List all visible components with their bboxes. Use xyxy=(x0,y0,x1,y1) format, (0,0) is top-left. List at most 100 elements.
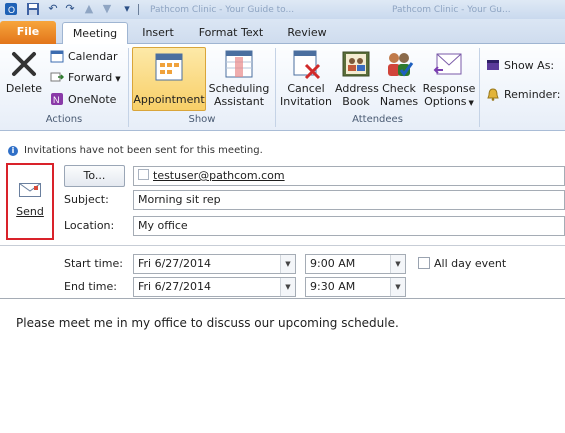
reminder-label: Reminder: xyxy=(504,88,561,101)
appointment-icon xyxy=(153,51,185,83)
calendar-label: Calendar xyxy=(68,50,118,63)
response-options-icon xyxy=(433,48,465,80)
title-bar: O ↶ ↷ ▲ ▼ ▾ Pathcom Clinic - Your Guide … xyxy=(0,0,565,19)
scheduling-assistant-label-1: Scheduling xyxy=(208,82,270,95)
to-button[interactable]: To... xyxy=(64,165,125,187)
onenote-button[interactable]: N OneNote xyxy=(50,91,116,109)
check-names-icon xyxy=(383,48,415,80)
to-field[interactable]: testuser@pathcom.com xyxy=(133,166,565,186)
cancel-invitation-icon xyxy=(290,48,322,80)
group-label-show: Show xyxy=(188,114,216,125)
all-day-event-label: All day event xyxy=(434,257,507,270)
send-button[interactable]: Send xyxy=(12,169,48,233)
scheduling-assistant-label-2: Assistant xyxy=(213,95,265,108)
response-options-label-2: Options xyxy=(424,95,467,108)
start-date-picker[interactable]: Fri 6/27/2014 ▼ xyxy=(133,254,296,274)
send-button-highlight: Send xyxy=(6,163,54,240)
tab-format-text[interactable]: Format Text xyxy=(190,22,272,44)
reminder-control[interactable]: Reminder: xyxy=(486,86,560,104)
end-time-picker[interactable]: 9:30 AM ▼ xyxy=(305,277,406,297)
show-as-label: Show As: xyxy=(504,59,555,72)
location-label: Location: xyxy=(64,219,115,232)
message-body[interactable]: Please meet me in my office to discuss o… xyxy=(0,298,565,433)
end-date-value: Fri 6/27/2014 xyxy=(138,280,212,293)
end-time-label: End time: xyxy=(64,280,117,293)
subject-field[interactable]: Morning sit rep xyxy=(133,190,565,210)
tab-file[interactable]: File xyxy=(0,21,56,44)
svg-text:O: O xyxy=(8,5,15,15)
svg-text:N: N xyxy=(53,95,60,105)
address-book-label-2: Book xyxy=(342,95,370,108)
doc-tab-1: Pathcom Clinic - Your Guide to... xyxy=(150,5,295,15)
group-label-attendees: Attendees xyxy=(352,114,403,125)
forward-button[interactable]: Forward ▼ xyxy=(50,69,121,87)
forward-dropdown-icon[interactable]: ▼ xyxy=(115,75,120,83)
message-body-text: Please meet me in my office to discuss o… xyxy=(16,316,399,330)
start-date-dropdown-icon[interactable]: ▼ xyxy=(280,255,295,273)
delete-icon xyxy=(8,48,40,80)
check-names-button[interactable]: Check Names xyxy=(379,48,419,108)
scheduling-assistant-icon xyxy=(223,48,255,80)
check-names-label-2: Names xyxy=(379,95,419,108)
location-field[interactable]: My office xyxy=(133,216,565,236)
start-time-value: 9:00 AM xyxy=(310,257,356,270)
save-icon[interactable] xyxy=(26,2,40,16)
check-names-label-1: Check xyxy=(382,82,416,95)
cancel-invitation-label-2: Invitation xyxy=(280,95,332,108)
recipient-address[interactable]: testuser@pathcom.com xyxy=(153,169,285,182)
toolbar-divider xyxy=(138,4,139,15)
info-bar: i Invitations have not been sent for thi… xyxy=(0,142,565,160)
forward-label: Forward xyxy=(68,71,113,84)
address-book-label-1: Address xyxy=(335,82,379,95)
delete-label: Delete xyxy=(5,82,43,95)
address-book-button[interactable]: Address Book xyxy=(335,48,379,108)
form-divider xyxy=(0,245,565,246)
start-time-picker[interactable]: 9:00 AM ▼ xyxy=(305,254,406,274)
customize-toolbar-icon[interactable]: ▾ xyxy=(120,2,134,16)
outlook-app-icon[interactable]: O xyxy=(4,2,18,16)
doc-tab-2: Pathcom Clinic - Your Gu... xyxy=(392,5,511,15)
group-label-actions: Actions xyxy=(45,114,83,125)
tab-insert[interactable]: Insert xyxy=(132,22,184,44)
end-date-dropdown-icon[interactable]: ▼ xyxy=(280,278,295,296)
send-label: Send xyxy=(16,205,44,218)
redo-icon[interactable]: ↷ xyxy=(63,2,77,16)
appointment-label: Appointment xyxy=(133,93,205,106)
subject-label: Subject: xyxy=(64,193,109,206)
group-divider xyxy=(479,48,480,127)
bell-icon xyxy=(486,87,500,101)
response-options-label-1: Response xyxy=(422,82,476,95)
end-time-dropdown-icon[interactable]: ▼ xyxy=(390,278,405,296)
info-bar-text: Invitations have not been sent for this … xyxy=(24,145,263,156)
undo-icon[interactable]: ↶ xyxy=(46,2,60,16)
tab-meeting[interactable]: Meeting xyxy=(62,22,128,45)
send-envelope-icon xyxy=(19,183,41,197)
onenote-icon: N xyxy=(50,92,64,106)
forward-icon xyxy=(50,70,65,84)
appointment-button[interactable]: Appointment xyxy=(132,47,206,111)
end-time-value: 9:30 AM xyxy=(310,280,356,293)
info-icon: i xyxy=(8,146,18,156)
delete-button[interactable]: Delete xyxy=(3,48,45,95)
all-day-event-checkbox[interactable] xyxy=(418,257,430,269)
tab-review[interactable]: Review xyxy=(278,22,336,44)
start-time-label: Start time: xyxy=(64,257,123,270)
next-item-icon[interactable]: ▼ xyxy=(100,2,114,16)
calendar-icon xyxy=(50,49,64,63)
start-date-value: Fri 6/27/2014 xyxy=(138,257,212,270)
ribbon: Delete Calendar Forward ▼ N OneNote Action… xyxy=(0,44,565,131)
calendar-button[interactable]: Calendar xyxy=(50,48,117,66)
onenote-label: OneNote xyxy=(68,93,117,106)
cancel-invitation-label-1: Cancel xyxy=(287,82,325,95)
start-time-dropdown-icon[interactable]: ▼ xyxy=(390,255,405,273)
ribbon-tab-row: File Meeting Insert Format Text Review xyxy=(0,19,565,45)
cancel-invitation-button[interactable]: Cancel Invitation xyxy=(279,48,333,108)
response-options-dropdown-icon[interactable]: ▼ xyxy=(469,99,474,107)
show-as-icon xyxy=(486,58,500,72)
show-as-control[interactable]: Show As: xyxy=(486,57,554,75)
previous-item-icon[interactable]: ▲ xyxy=(82,2,96,16)
end-date-picker[interactable]: Fri 6/27/2014 ▼ xyxy=(133,277,296,297)
scheduling-assistant-button[interactable]: Scheduling Assistant xyxy=(208,48,270,108)
response-options-button[interactable]: Response Options ▼ xyxy=(421,48,477,110)
recipient-checkbox[interactable] xyxy=(138,169,149,180)
